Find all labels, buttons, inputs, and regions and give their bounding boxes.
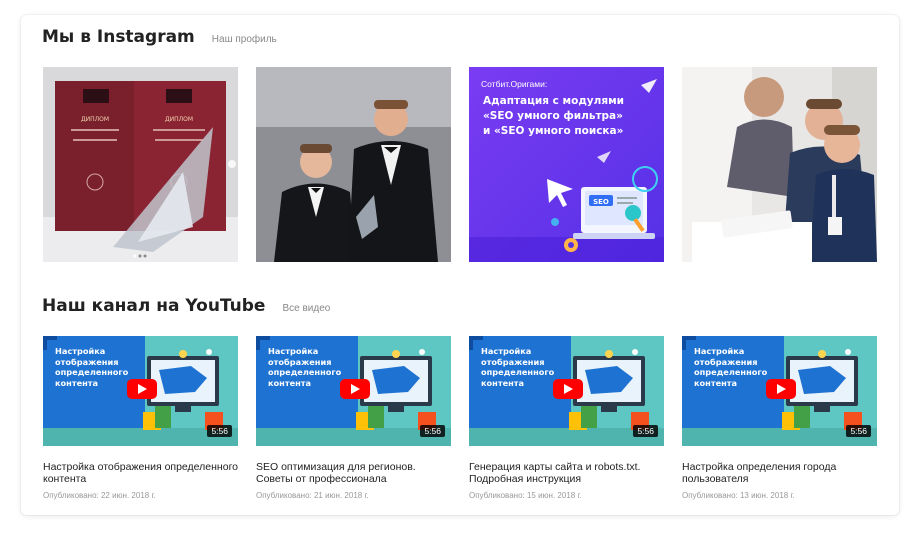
- promo-headline-line1: Адаптация с модулями: [483, 95, 624, 107]
- video-thumbnail-caption: Настройка отображения определенного конт…: [55, 346, 129, 388]
- video-thumbnail-caption: Настройка отображения определенного конт…: [694, 346, 768, 388]
- video-thumbnail[interactable]: Настройка отображения определенного конт…: [256, 336, 451, 446]
- promo-seo-badge: SEO: [593, 198, 609, 206]
- video-publish-date: Опубликовано: 13 июн. 2018 г.: [682, 491, 795, 500]
- video-duration-badge: 5:56: [846, 425, 871, 437]
- video-publish-date: Опубликовано: 22 июн. 2018 г.: [43, 491, 156, 500]
- youtube-all-videos-link[interactable]: Все видео: [282, 303, 330, 314]
- video-duration-badge: 5:56: [420, 425, 445, 437]
- video-duration-badge: 5:56: [633, 425, 658, 437]
- promo-headline-line2: «SEO умного фильтра»: [483, 110, 623, 122]
- video-thumbnail-caption: Настройка отображения определенного конт…: [481, 346, 555, 388]
- video-thumbnail-caption: Настройка отображения определенного конт…: [268, 346, 342, 388]
- youtube-section-header: Наш канал на YouTube Все видео: [42, 296, 330, 316]
- video-thumbnail[interactable]: Настройка отображения определенного конт…: [682, 336, 877, 446]
- instagram-section-title: Мы в Instagram: [42, 27, 195, 47]
- award-photo-image: [256, 67, 451, 262]
- promo-headline-line3: и «SEO умного поиска»: [483, 125, 623, 137]
- video-publish-date: Опубликовано: 15 июн. 2018 г.: [469, 491, 582, 500]
- social-media-card: Мы в Instagram Наш профиль ДИПЛОМ ДИПЛОМ: [21, 15, 899, 515]
- video-thumbnail[interactable]: Настройка отображения определенного конт…: [469, 336, 664, 446]
- svg-text:ДИПЛОМ: ДИПЛОМ: [165, 116, 193, 123]
- promo-brand-text: Сотбит.Оригами:: [481, 79, 547, 89]
- video-card[interactable]: Настройка отображения определенного конт…: [43, 336, 238, 500]
- instagram-post-award-photo[interactable]: [256, 67, 451, 262]
- youtube-section-title: Наш канал на YouTube: [42, 296, 266, 316]
- video-thumbnail[interactable]: Настройка отображения определенного конт…: [43, 336, 238, 446]
- instagram-post-conference[interactable]: [682, 67, 877, 262]
- video-card[interactable]: Настройка отображения определенного конт…: [682, 336, 877, 500]
- instagram-profile-link[interactable]: Наш профиль: [212, 34, 277, 45]
- video-title[interactable]: Настройка отображения определенного конт…: [43, 461, 238, 485]
- diploma-photo-image: ДИПЛОМ ДИПЛОМ: [43, 67, 238, 262]
- video-duration-badge: 5:56: [207, 425, 232, 437]
- instagram-section-header: Мы в Instagram Наш профиль: [42, 27, 277, 47]
- instagram-post-promo[interactable]: Сотбит.Оригами: Адаптация с модулями «SE…: [469, 67, 664, 262]
- promo-illustration-image: Сотбит.Оригами: Адаптация с модулями «SE…: [469, 67, 664, 262]
- svg-text:ДИПЛОМ: ДИПЛОМ: [81, 116, 109, 123]
- video-title[interactable]: Настройка определения города пользовател…: [682, 461, 877, 485]
- video-title[interactable]: Генерация карты сайта и robots.txt. Подр…: [469, 461, 664, 485]
- video-card[interactable]: Настройка отображения определенного конт…: [469, 336, 664, 500]
- instagram-post-diplomas[interactable]: ДИПЛОМ ДИПЛОМ: [43, 67, 238, 262]
- conference-photo-image: [682, 67, 877, 262]
- video-publish-date: Опубликовано: 21 июн. 2018 г.: [256, 491, 369, 500]
- video-card[interactable]: Настройка отображения определенного конт…: [256, 336, 451, 500]
- video-title[interactable]: SEO оптимизация для регионов. Советы от …: [256, 461, 451, 485]
